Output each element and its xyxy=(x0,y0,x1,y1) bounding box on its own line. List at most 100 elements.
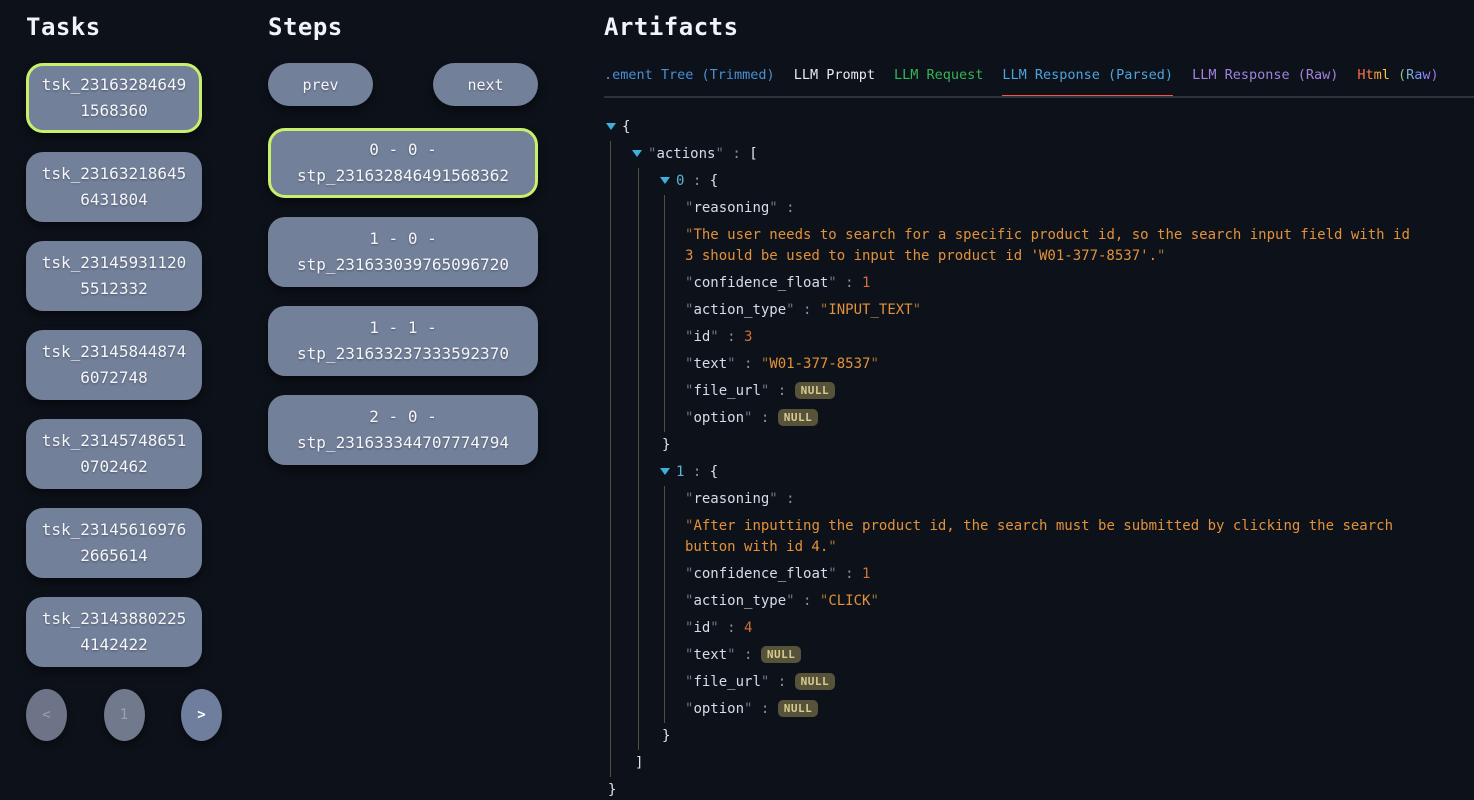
indent-guide xyxy=(610,378,611,405)
indent-guide xyxy=(638,324,639,351)
task-card[interactable]: tsk_231459311205512332 xyxy=(26,241,202,311)
null-badge: NULL xyxy=(761,646,802,663)
null-badge: NULL xyxy=(778,409,819,426)
pagination-next-button[interactable]: > xyxy=(181,689,222,741)
json-line-content: "id" : 3 xyxy=(685,327,1425,348)
artifact-tab[interactable]: LLM Response (Parsed) xyxy=(1002,67,1173,98)
indent-guide xyxy=(610,561,611,588)
json-line-content: "action_type" : "CLICK" xyxy=(685,591,1425,612)
indent-guide xyxy=(610,168,611,195)
collapse-toggle-icon[interactable] xyxy=(606,123,616,130)
json-line-content: "reasoning" : xyxy=(685,489,1425,510)
indent-guide xyxy=(610,195,611,222)
json-tree-row: } xyxy=(604,723,1474,750)
indent-guide xyxy=(610,669,611,696)
collapse-toggle-icon[interactable] xyxy=(660,468,670,475)
json-line-content: ] xyxy=(635,753,1375,774)
indent-guide xyxy=(664,351,665,378)
task-list: tsk_231632846491568360 tsk_23163218645643… xyxy=(26,63,202,667)
task-card[interactable]: tsk_231457486510702462 xyxy=(26,419,202,489)
collapse-toggle-icon[interactable] xyxy=(632,150,642,157)
indent-guide xyxy=(638,195,639,222)
task-card[interactable]: tsk_231438802254142422 xyxy=(26,597,202,667)
artifact-tab[interactable]: LLM Prompt xyxy=(794,67,875,98)
json-tree-row: "text" : NULL xyxy=(604,642,1474,669)
json-tree-row: "option" : NULL xyxy=(604,696,1474,723)
json-line-content: "file_url" : NULL xyxy=(685,381,1425,402)
indent-guide xyxy=(610,222,611,270)
indent-guide xyxy=(638,297,639,324)
indent-guide xyxy=(664,696,665,723)
json-line-content: "actions" : [ xyxy=(648,144,1388,165)
steps-title: Steps xyxy=(268,13,538,41)
pagination-page-button[interactable]: 1 xyxy=(104,689,145,741)
artifact-tab[interactable]: LLM Response (Raw) xyxy=(1192,67,1338,98)
collapse-toggle-icon[interactable] xyxy=(660,177,670,184)
indent-guide xyxy=(664,324,665,351)
indent-guide xyxy=(638,222,639,270)
artifacts-panel: Artifacts .ement Tree (Trimmed) LLM Promp… xyxy=(604,13,1474,800)
artifact-tab[interactable]: .ement Tree (Trimmed) xyxy=(604,67,775,98)
indent-guide xyxy=(610,351,611,378)
json-line-content: "text" : "W01-377-8537" xyxy=(685,354,1425,375)
json-line-content: "text" : NULL xyxy=(685,645,1425,666)
step-card[interactable]: 0 - 0 - stp_231632846491568362 xyxy=(268,128,538,198)
json-line-content: 1 : { xyxy=(676,462,1416,483)
next-step-button[interactable]: next xyxy=(433,63,538,106)
json-tree-row: "file_url" : NULL xyxy=(604,669,1474,696)
step-nav: prev next xyxy=(268,63,538,106)
json-tree-row: "text" : "W01-377-8537" xyxy=(604,351,1474,378)
indent-guide xyxy=(638,168,639,195)
json-tree-row: "action_type" : "CLICK" xyxy=(604,588,1474,615)
indent-guide xyxy=(664,297,665,324)
artifacts-title: Artifacts xyxy=(604,13,1474,41)
indent-guide xyxy=(664,195,665,222)
indent-guide xyxy=(664,588,665,615)
indent-guide xyxy=(610,405,611,432)
indent-guide xyxy=(610,723,611,750)
json-tree-row: } xyxy=(604,777,1474,800)
indent-guide xyxy=(664,642,665,669)
tasks-panel: Tasks tsk_231632846491568360tsk_23163218… xyxy=(26,13,202,800)
indent-guide xyxy=(610,750,611,777)
artifacts-tab-bar: .ement Tree (Trimmed) LLM Prompt LLM Reque… xyxy=(604,67,1474,98)
app-root: Tasks tsk_231632846491568360tsk_23163218… xyxy=(0,0,1474,800)
json-line-content: } xyxy=(662,435,1402,456)
indent-guide xyxy=(638,669,639,696)
json-tree-row: "option" : NULL xyxy=(604,405,1474,432)
indent-guide xyxy=(664,378,665,405)
json-line-content: "reasoning" : xyxy=(685,198,1425,219)
json-tree-viewer: {"actions" : [0 : {"reasoning" : "The us… xyxy=(604,114,1474,800)
json-tree-row: "actions" : [ xyxy=(604,141,1474,168)
json-tree-row: } xyxy=(604,432,1474,459)
task-card[interactable]: tsk_231456169762665614 xyxy=(26,508,202,578)
json-tree-row: "id" : 3 xyxy=(604,324,1474,351)
indent-guide xyxy=(610,513,611,561)
step-card[interactable]: 2 - 0 - stp_231633344707774794 xyxy=(268,395,538,465)
json-line-content: "option" : NULL xyxy=(685,699,1425,720)
indent-guide xyxy=(664,405,665,432)
json-string-value: "The user needs to search for a specific… xyxy=(685,225,1425,267)
indent-guide xyxy=(638,486,639,513)
indent-guide xyxy=(638,459,639,486)
json-tree-row: "reasoning" : xyxy=(604,195,1474,222)
task-card[interactable]: tsk_231458448746072748 xyxy=(26,330,202,400)
task-card[interactable]: tsk_231632186456431804 xyxy=(26,152,202,222)
json-line-content: } xyxy=(608,780,1348,800)
json-line-content: "confidence_float" : 1 xyxy=(685,564,1425,585)
prev-step-button[interactable]: prev xyxy=(268,63,373,106)
indent-guide xyxy=(610,324,611,351)
task-card[interactable]: tsk_231632846491568360 xyxy=(26,63,202,133)
json-tree-row: ] xyxy=(604,750,1474,777)
pagination-prev-button[interactable]: < xyxy=(26,689,67,741)
indent-guide xyxy=(610,615,611,642)
artifact-tab[interactable]: Html (Raw) xyxy=(1357,67,1438,98)
step-card[interactable]: 1 - 0 - stp_231633039765096720 xyxy=(268,217,538,287)
json-tree-row: "confidence_float" : 1 xyxy=(604,561,1474,588)
json-line-content: "file_url" : NULL xyxy=(685,672,1425,693)
step-card[interactable]: 1 - 1 - stp_231633237333592370 xyxy=(268,306,538,376)
json-tree-row: "id" : 4 xyxy=(604,615,1474,642)
indent-guide xyxy=(610,588,611,615)
artifact-tab[interactable]: LLM Request xyxy=(894,67,983,98)
indent-guide xyxy=(610,486,611,513)
